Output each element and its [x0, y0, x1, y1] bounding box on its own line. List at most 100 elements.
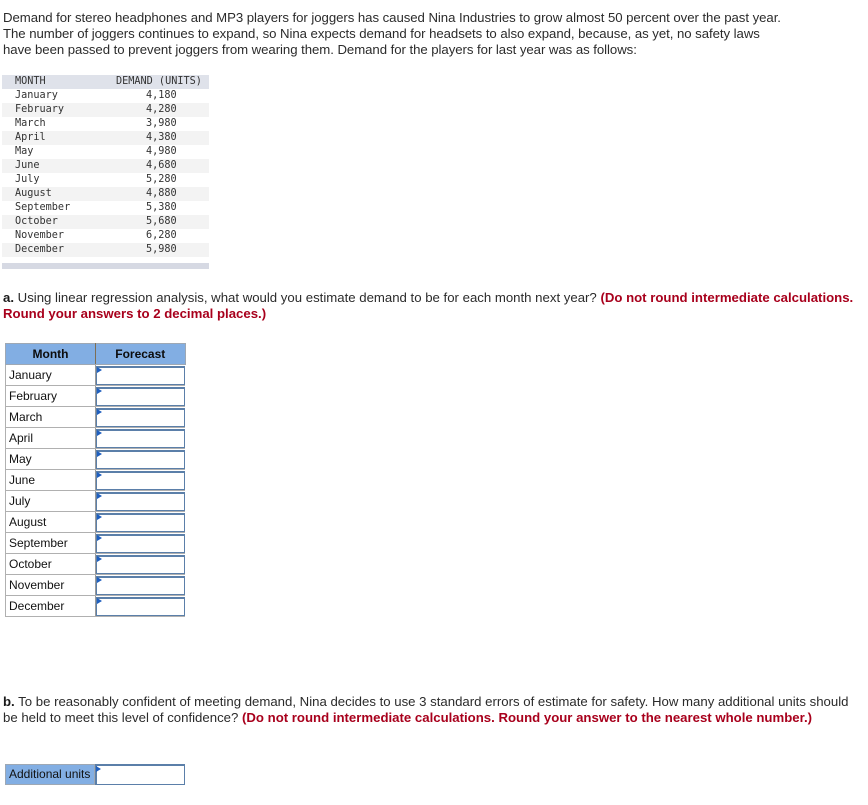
demand-table-row: July 5,280 [2, 173, 209, 187]
month-cell: April [15, 132, 46, 143]
demand-table-row: February 4,280 [2, 103, 209, 117]
month-cell: July [15, 174, 40, 185]
demand-cell: 5,280 [146, 174, 177, 185]
month-cell: September [15, 202, 71, 213]
demand-table-row: May 4,980 [2, 145, 209, 159]
month-cell: November [15, 230, 65, 241]
forecast-input-cell [95, 532, 185, 554]
forecast-input[interactable] [96, 534, 185, 553]
forecast-row: October [5, 553, 185, 575]
demand-table-row: April 4,380 [2, 131, 209, 145]
forecast-month-label: October [5, 553, 96, 575]
forecast-input[interactable] [96, 492, 185, 511]
month-cell: August [15, 188, 52, 199]
problem-intro: Demand for stereo headphones and MP3 pla… [3, 10, 863, 58]
intro-line: Demand for stereo headphones and MP3 pla… [3, 10, 781, 25]
demand-cell: 4,880 [146, 188, 177, 199]
demand-table-row: January 4,180 [2, 89, 209, 103]
additional-units-input[interactable] [95, 764, 185, 785]
demand-cell: 4,980 [146, 146, 177, 157]
demand-table-row: August 4,880 [2, 187, 209, 201]
forecast-input[interactable] [96, 555, 185, 574]
forecast-input-cell [95, 553, 185, 575]
forecast-row: November [5, 574, 185, 596]
demand-cell: 5,380 [146, 202, 177, 213]
forecast-row: February [5, 385, 185, 407]
month-cell: December [15, 244, 65, 255]
month-cell: January [15, 90, 58, 101]
forecast-input[interactable] [96, 429, 185, 448]
additional-units-cell [95, 764, 185, 785]
forecast-input-cell [95, 469, 185, 491]
demand-table-row: November 6,280 [2, 229, 209, 243]
demand-table-row: December 5,980 [2, 243, 209, 257]
demand-cell: 5,980 [146, 244, 177, 255]
forecast-row: June [5, 469, 185, 491]
forecast-month-label: January [5, 364, 96, 386]
header-demand: DEMAND (UNITS) [116, 76, 202, 87]
demand-table-row: June 4,680 [2, 159, 209, 173]
forecast-month-label: May [5, 448, 96, 470]
demand-table-header: MONTH DEMAND (UNITS) [2, 75, 209, 89]
forecast-row: December [5, 595, 185, 617]
forecast-input[interactable] [96, 597, 185, 616]
forecast-row: March [5, 406, 185, 428]
part-a-label: a. [3, 290, 14, 305]
forecast-input-cell [95, 511, 185, 533]
demand-cell: 3,980 [146, 118, 177, 129]
forecast-input[interactable] [96, 513, 185, 532]
forecast-input[interactable] [96, 408, 185, 427]
part-a-question: a. Using linear regression analysis, wha… [3, 290, 863, 322]
forecast-row: April [5, 427, 185, 449]
part-b-question: b. To be reasonably confident of meeting… [3, 694, 863, 726]
forecast-input[interactable] [96, 450, 185, 469]
intro-line: The number of joggers continues to expan… [3, 26, 760, 41]
demand-table-row: March 3,980 [2, 117, 209, 131]
part-a-text: Using linear regression analysis, what w… [14, 290, 601, 305]
forecast-month-label: September [5, 532, 96, 554]
forecast-table-header: Month Forecast [5, 343, 186, 365]
forecast-input-cell [95, 364, 185, 386]
forecast-row: September [5, 532, 185, 554]
demand-table-footer-bar [2, 263, 209, 269]
demand-cell: 4,180 [146, 90, 177, 101]
additional-units-label: Additional units [5, 764, 95, 785]
forecast-row: July [5, 490, 185, 512]
forecast-input-cell [95, 427, 185, 449]
forecast-month-label: July [5, 490, 96, 512]
additional-units-row: Additional units [5, 764, 185, 785]
forecast-month-label: August [5, 511, 96, 533]
forecast-input-cell [95, 574, 185, 596]
forecast-input[interactable] [96, 576, 185, 595]
forecast-input[interactable] [96, 387, 185, 406]
header-month: Month [5, 343, 96, 365]
forecast-input[interactable] [96, 471, 185, 490]
forecast-input-cell [95, 595, 185, 617]
demand-table-row: September 5,380 [2, 201, 209, 215]
forecast-month-label: March [5, 406, 96, 428]
month-cell: May [15, 146, 34, 157]
forecast-month-label: November [5, 574, 96, 596]
part-b-instruction: (Do not round intermediate calculations.… [242, 710, 813, 725]
forecast-month-label: December [5, 595, 96, 617]
month-cell: March [15, 118, 46, 129]
forecast-month-label: April [5, 427, 96, 449]
demand-table-row: October 5,680 [2, 215, 209, 229]
forecast-month-label: February [5, 385, 96, 407]
forecast-input-cell [95, 406, 185, 428]
forecast-input[interactable] [96, 366, 185, 385]
intro-line: have been passed to prevent joggers from… [3, 42, 637, 57]
forecast-input-cell [95, 490, 185, 512]
forecast-input-cell [95, 448, 185, 470]
month-cell: February [15, 104, 65, 115]
demand-cell: 4,680 [146, 160, 177, 171]
forecast-row: August [5, 511, 185, 533]
demand-data-table: MONTH DEMAND (UNITS) January 4,180 Februar… [2, 75, 209, 257]
forecast-row: May [5, 448, 185, 470]
forecast-row: January [5, 364, 185, 386]
demand-cell: 5,680 [146, 216, 177, 227]
demand-cell: 4,380 [146, 132, 177, 143]
part-b-label: b. [3, 694, 15, 709]
header-forecast: Forecast [95, 343, 186, 365]
header-month: MONTH [15, 76, 46, 87]
